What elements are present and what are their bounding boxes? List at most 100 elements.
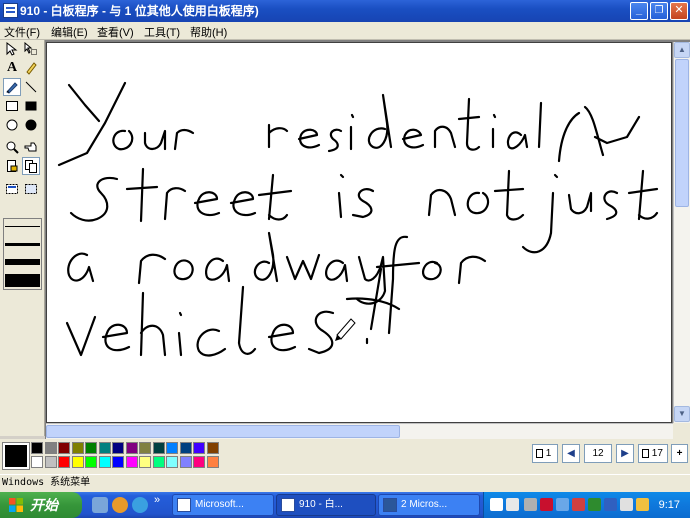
color-swatch[interactable]	[125, 442, 138, 454]
window-icon	[177, 498, 191, 512]
antivirus-icon[interactable]	[540, 498, 553, 511]
color-swatch[interactable]	[166, 456, 178, 468]
color-palette: 1 ◀ 12 ▶ 17 +	[0, 439, 690, 474]
color-swatch[interactable]	[98, 456, 111, 468]
scroll-up-button[interactable]: ▲	[674, 42, 690, 58]
color-swatch[interactable]	[31, 456, 43, 468]
media-player-icon[interactable]	[112, 497, 128, 513]
whiteboard-canvas[interactable]	[46, 42, 672, 423]
select-arrow-icon[interactable]	[3, 40, 21, 58]
color-swatch[interactable]	[58, 456, 70, 468]
line-width-thick[interactable]	[5, 259, 40, 265]
color-swatch[interactable]	[193, 442, 205, 454]
menu-tools[interactable]: 工具(T)	[144, 24, 180, 40]
quicklaunch-chevron[interactable]: »	[154, 494, 160, 506]
security-icon[interactable]	[604, 498, 617, 511]
menu-file[interactable]: 文件(F)	[4, 24, 40, 40]
color-swatch[interactable]	[139, 456, 151, 468]
previous-page-button[interactable]: ◀	[562, 444, 580, 463]
vertical-scrollbar[interactable]: ▲ ▼	[673, 42, 690, 423]
taskbar-item-whiteboard[interactable]: 910 - 白...	[276, 494, 376, 516]
text-tool-icon[interactable]: A	[3, 59, 21, 77]
whiteboard-app-icon[interactable]	[3, 3, 18, 18]
scroll-down-button[interactable]: ▼	[674, 406, 690, 422]
input-method-icon[interactable]	[572, 498, 585, 511]
status-text: Windows 系统菜单	[2, 477, 91, 488]
color-swatch[interactable]	[98, 442, 111, 454]
menu-bar: 文件(F) 编辑(E) 查看(V) 工具(T) 帮助(H)	[0, 22, 690, 40]
page-number-input[interactable]: 12	[584, 444, 612, 463]
color-swatch[interactable]	[31, 442, 43, 454]
color-swatch[interactable]	[152, 456, 165, 468]
color-swatch[interactable]	[206, 442, 219, 454]
internet-explorer-icon[interactable]	[132, 497, 148, 513]
color-swatch[interactable]	[139, 442, 151, 454]
color-swatch[interactable]	[71, 456, 84, 468]
start-button[interactable]: 开始	[0, 492, 82, 518]
highlighter-icon[interactable]	[22, 59, 40, 77]
toolbox: A	[0, 40, 45, 436]
horizontal-scroll-thumb[interactable]	[46, 425, 400, 438]
horizontal-scrollbar[interactable]	[46, 423, 673, 439]
select-window-icon[interactable]	[3, 180, 21, 198]
last-page-button[interactable]: 17	[638, 444, 668, 463]
color-swatch[interactable]	[58, 442, 70, 454]
volume-icon[interactable]	[620, 498, 633, 511]
next-page-button[interactable]: ▶	[616, 444, 634, 463]
color-swatch[interactable]	[166, 442, 178, 454]
color-swatch[interactable]	[193, 456, 205, 468]
color-swatch[interactable]	[206, 456, 219, 468]
line-width-thicker[interactable]	[5, 274, 40, 287]
line-width-thin[interactable]	[5, 226, 40, 227]
taskbar-item-microsoft[interactable]: Microsoft...	[172, 494, 274, 516]
title-bar: 910 - 白板程序 - 与 1 位其他人使用白板程序) _ ❐ ✕	[0, 0, 690, 22]
taskbar: 开始 » Microsoft... 910 - 白... 2 Micros...…	[0, 492, 690, 518]
menu-edit[interactable]: 编辑(E)	[51, 24, 88, 40]
color-swatch[interactable]	[179, 442, 192, 454]
pen-icon[interactable]	[3, 78, 21, 96]
first-page-button[interactable]: 1	[532, 444, 558, 463]
select-area-icon[interactable]	[22, 180, 40, 198]
line-icon[interactable]	[22, 78, 40, 96]
keyboard-icon[interactable]	[490, 498, 503, 511]
menu-view[interactable]: 查看(V)	[97, 24, 134, 40]
color-swatch[interactable]	[112, 442, 124, 454]
taskbar-item-word[interactable]: 2 Micros...	[378, 494, 480, 516]
ellipse-icon[interactable]	[3, 116, 21, 134]
rectangle-icon[interactable]	[3, 97, 21, 115]
color-swatch[interactable]	[71, 442, 84, 454]
filled-ellipse-icon[interactable]	[22, 116, 40, 134]
color-swatch[interactable]	[44, 442, 57, 454]
area-select-icon[interactable]	[22, 40, 40, 58]
handwriting-drawing	[57, 81, 659, 357]
color-swatch[interactable]	[85, 456, 97, 468]
monitor-icon[interactable]	[556, 498, 569, 511]
color-swatch[interactable]	[125, 456, 138, 468]
color-swatch[interactable]	[44, 456, 57, 468]
vertical-scroll-thumb[interactable]	[675, 59, 689, 207]
lock-contents-icon[interactable]	[3, 157, 21, 175]
notification-icon[interactable]	[636, 498, 649, 511]
synchronize-icon[interactable]	[22, 157, 40, 175]
pen-cursor-icon	[335, 318, 356, 341]
line-width-medium[interactable]	[5, 243, 40, 246]
insert-page-button[interactable]: +	[671, 444, 688, 463]
maximize-button[interactable]: ❐	[650, 2, 668, 20]
zoom-icon[interactable]	[3, 138, 21, 156]
remote-pointer-icon[interactable]	[22, 138, 40, 156]
minimize-button[interactable]: _	[630, 2, 648, 20]
clock[interactable]: 9:17	[659, 492, 680, 518]
network-icon[interactable]	[524, 498, 537, 511]
color-swatch[interactable]	[112, 456, 124, 468]
color-swatch[interactable]	[85, 442, 97, 454]
filled-rectangle-icon[interactable]	[22, 97, 40, 115]
close-button[interactable]: ✕	[670, 2, 688, 20]
show-desktop-icon[interactable]	[92, 497, 108, 513]
help-icon[interactable]	[506, 498, 519, 511]
color-swatch[interactable]	[179, 456, 192, 468]
menu-help[interactable]: 帮助(H)	[190, 24, 227, 40]
color-swatch[interactable]	[152, 442, 165, 454]
messenger-icon[interactable]	[588, 498, 601, 511]
window-title: 910 - 白板程序 - 与 1 位其他人使用白板程序)	[20, 4, 259, 18]
windows-flag-icon	[9, 498, 23, 512]
